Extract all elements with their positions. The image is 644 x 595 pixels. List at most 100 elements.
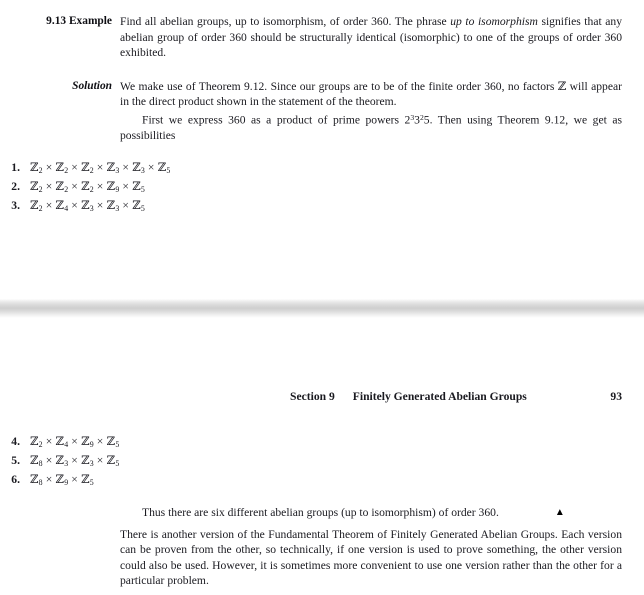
- cyclic-group-factor: ℤ5: [81, 473, 94, 488]
- times-symbol: ×: [68, 198, 82, 212]
- page-number: 93: [610, 390, 622, 403]
- times-symbol: ×: [68, 435, 82, 448]
- times-symbol: ×: [68, 454, 82, 467]
- page-bottom: Section 9 Finitely Generated Abelian Gro…: [0, 318, 644, 595]
- cyclic-group-factor: ℤ2: [55, 160, 69, 175]
- times-symbol: ×: [42, 179, 56, 193]
- cyclic-group-factor: ℤ2: [30, 435, 43, 450]
- closing-body: There is another version of the Fundamen…: [120, 527, 644, 589]
- cyclic-group-factor: ℤ8: [30, 473, 43, 488]
- solution-paragraph-1: We make use of Theorem 9.12. Since our g…: [120, 79, 622, 109]
- solution-block: Solution We make use of Theorem 9.12. Si…: [0, 79, 644, 144]
- cyclic-group-factor: ℤ5: [157, 160, 171, 175]
- cyclic-group-factor: ℤ9: [81, 435, 94, 450]
- solution-paragraph-2: First we express 360 as a product of pri…: [120, 110, 622, 144]
- page-top: 9.13 Example Find all abelian groups, up…: [0, 0, 644, 300]
- example-label: 9.13 Example: [46, 15, 112, 27]
- cyclic-group-factor: ℤ2: [81, 179, 94, 194]
- cyclic-group-factor: ℤ9: [55, 473, 69, 488]
- example-text-part1: Find all abelian groups, up to isomorphi…: [120, 15, 451, 28]
- group-order-subscript: 5: [140, 184, 145, 194]
- running-head: Section 9 Finitely Generated Abelian Gro…: [0, 390, 644, 403]
- group-item-number: 4.: [11, 435, 20, 448]
- cyclic-group-factor: ℤ3: [132, 160, 145, 175]
- group-item-expression: ℤ8 × ℤ3 × ℤ3 × ℤ5: [30, 453, 119, 472]
- example-block: 9.13 Example Find all abelian groups, up…: [0, 14, 644, 61]
- cyclic-group-factor: ℤ2: [30, 160, 43, 175]
- times-symbol: ×: [93, 179, 107, 193]
- page-separator: [0, 299, 644, 318]
- cyclic-group-factor: ℤ3: [81, 198, 94, 213]
- times-symbol: ×: [93, 198, 107, 212]
- times-symbol: ×: [42, 435, 56, 448]
- group-item-number: 3.: [11, 198, 20, 212]
- cyclic-group-factor: ℤ2: [30, 198, 43, 213]
- example-body: Find all abelian groups, up to isomorphi…: [120, 14, 644, 61]
- conclusion-body: Thus there are six different abelian gro…: [120, 505, 644, 521]
- times-symbol: ×: [42, 454, 56, 467]
- times-symbol: ×: [68, 160, 82, 174]
- group-list-item: 2. ℤ2 × ℤ2 × ℤ2 × ℤ9 × ℤ5: [0, 179, 644, 198]
- times-symbol: ×: [68, 473, 82, 486]
- solution-body: We make use of Theorem 9.12. Since our g…: [120, 79, 644, 144]
- times-symbol: ×: [93, 160, 107, 174]
- cyclic-group-factor: ℤ4: [55, 435, 69, 450]
- group-list-first-part: 1. ℤ2 × ℤ2 × ℤ2 × ℤ3 × ℤ3 × ℤ5 2. ℤ2 × ℤ2 ×…: [0, 160, 644, 217]
- cyclic-group-factor: ℤ3: [81, 454, 94, 469]
- group-list-item: 1. ℤ2 × ℤ2 × ℤ2 × ℤ3 × ℤ3 × ℤ5: [0, 160, 644, 179]
- times-symbol: ×: [42, 198, 56, 212]
- cyclic-group-factor: ℤ5: [106, 454, 120, 469]
- times-symbol: ×: [119, 179, 133, 193]
- group-item-expression: ℤ2 × ℤ2 × ℤ2 × ℤ3 × ℤ3 × ℤ5: [30, 160, 170, 179]
- times-symbol: ×: [119, 160, 133, 174]
- group-item-expression: ℤ2 × ℤ2 × ℤ2 × ℤ9 × ℤ5: [30, 179, 145, 198]
- group-list-item: 6. ℤ8 × ℤ9 × ℤ5: [0, 472, 644, 491]
- group-item-number: 1.: [11, 160, 20, 174]
- cyclic-group-factor: ℤ8: [30, 454, 43, 469]
- group-order-subscript: 5: [140, 203, 145, 213]
- cyclic-group-factor: ℤ4: [55, 198, 69, 213]
- group-item-expression: ℤ8 × ℤ9 × ℤ5: [30, 472, 94, 491]
- cyclic-group-factor: ℤ5: [132, 179, 145, 194]
- cyclic-group-factor: ℤ5: [106, 435, 120, 450]
- cyclic-group-factor: ℤ2: [30, 179, 43, 194]
- running-head-title: Finitely Generated Abelian Groups: [352, 390, 527, 403]
- cyclic-group-factor: ℤ5: [132, 198, 145, 213]
- cyclic-group-factor: ℤ3: [55, 454, 69, 469]
- times-symbol: ×: [42, 160, 56, 174]
- cyclic-group-factor: ℤ9: [106, 179, 120, 194]
- cyclic-group-factor: ℤ3: [106, 198, 120, 213]
- times-symbol: ×: [93, 454, 107, 467]
- group-item-expression: ℤ2 × ℤ4 × ℤ3 × ℤ3 × ℤ5: [30, 198, 145, 217]
- group-list-item: 4. ℤ2 × ℤ4 × ℤ9 × ℤ5: [0, 434, 644, 453]
- running-head-section: Section 9: [290, 390, 335, 403]
- group-order-subscript: 5: [89, 478, 94, 488]
- closing-block: There is another version of the Fundamen…: [0, 527, 644, 589]
- times-symbol: ×: [42, 473, 56, 486]
- conclusion-block: Thus there are six different abelian gro…: [0, 505, 644, 521]
- times-symbol: ×: [119, 198, 133, 212]
- times-symbol: ×: [93, 435, 107, 448]
- times-symbol: ×: [68, 179, 82, 193]
- group-list-item: 5. ℤ8 × ℤ3 × ℤ3 × ℤ5: [0, 453, 644, 472]
- end-of-example-marker-icon: ▲: [554, 507, 565, 518]
- group-item-number: 2.: [11, 179, 20, 193]
- group-order-subscript: 5: [115, 440, 120, 450]
- group-item-number: 6.: [11, 473, 20, 486]
- cyclic-group-factor: ℤ2: [55, 179, 69, 194]
- example-paragraph: Find all abelian groups, up to isomorphi…: [120, 14, 622, 61]
- group-order-subscript: 5: [166, 165, 171, 175]
- example-emphasis: up to isomorphism: [450, 15, 538, 28]
- group-list-second-part: 4. ℤ2 × ℤ4 × ℤ9 × ℤ5 5. ℤ8 × ℤ3 × ℤ3 × ℤ5 6.…: [0, 434, 644, 491]
- group-list-item: 3. ℤ2 × ℤ4 × ℤ3 × ℤ3 × ℤ5: [0, 198, 644, 217]
- cyclic-group-factor: ℤ2: [81, 160, 94, 175]
- group-item-number: 5.: [11, 454, 20, 467]
- solution-label: Solution: [72, 79, 112, 92]
- cyclic-group-factor: ℤ3: [106, 160, 120, 175]
- group-item-expression: ℤ2 × ℤ4 × ℤ9 × ℤ5: [30, 434, 119, 453]
- conclusion-text: Thus there are six different abelian gro…: [142, 506, 499, 519]
- group-order-subscript: 5: [115, 459, 120, 469]
- solution-text-before-exponents: First we express 360 as a product of pri…: [142, 113, 411, 127]
- conclusion-paragraph: Thus there are six different abelian gro…: [120, 505, 622, 521]
- closing-paragraph: There is another version of the Fundamen…: [120, 527, 622, 588]
